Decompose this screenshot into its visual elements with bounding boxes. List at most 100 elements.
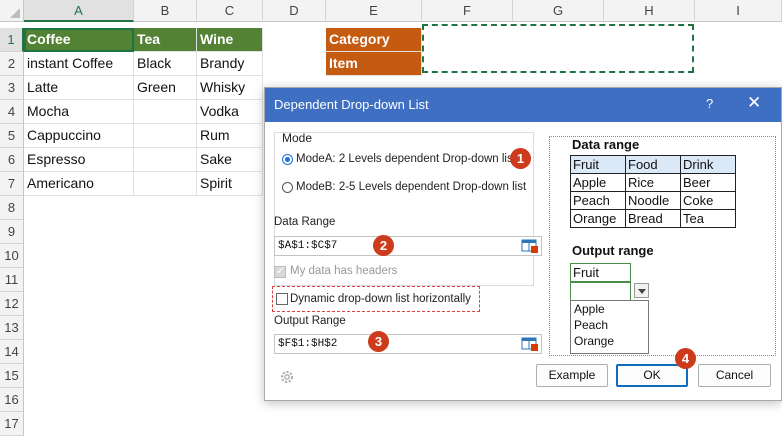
- row-header-3[interactable]: 3: [0, 76, 24, 100]
- preview-cell: Orange: [570, 209, 626, 228]
- horizontal-label[interactable]: Dynamic drop-down list horizontally: [290, 293, 471, 305]
- cell-b3[interactable]: Green: [134, 76, 197, 100]
- cancel-button[interactable]: Cancel: [698, 364, 771, 387]
- ok-button[interactable]: OK: [616, 364, 688, 387]
- row-header-1[interactable]: 1: [0, 28, 24, 52]
- preview-panel: Data range Fruit Food Drink Apple Rice B…: [549, 136, 776, 356]
- horizontal-checkbox[interactable]: [276, 293, 288, 305]
- cell-e1[interactable]: Category: [326, 28, 422, 52]
- output-range-preview-title: Output range: [572, 243, 654, 258]
- preview-cell: Coke: [680, 191, 736, 210]
- mode-label: Mode: [282, 131, 313, 145]
- column-header-h[interactable]: H: [604, 0, 695, 22]
- list-item: Orange: [574, 334, 615, 348]
- column-header-b[interactable]: B: [134, 0, 197, 22]
- step-2-badge: 2: [373, 235, 394, 256]
- cell-a3[interactable]: Latte: [24, 76, 134, 100]
- cell-a1[interactable]: Coffee: [24, 28, 134, 52]
- dialog-title: Dependent Drop-down List: [274, 97, 429, 112]
- preview-cell: Noodle: [625, 191, 681, 210]
- mode-a-radio[interactable]: [282, 154, 293, 165]
- preview-cell: Apple: [570, 173, 626, 192]
- step-1-badge: 1: [510, 148, 531, 169]
- cell-b6[interactable]: [134, 148, 197, 172]
- column-header-e[interactable]: E: [326, 0, 422, 22]
- row-header-4[interactable]: 4: [0, 100, 24, 124]
- column-header-c[interactable]: C: [197, 0, 263, 22]
- mode-a-label[interactable]: ModeA: 2 Levels dependent Drop-down list: [296, 153, 516, 165]
- cell-c4[interactable]: Vodka: [197, 100, 263, 124]
- cell-b1[interactable]: Tea: [134, 28, 197, 52]
- mode-b-radio[interactable]: [282, 182, 293, 193]
- cell-b2[interactable]: Black: [134, 52, 197, 76]
- preview-cell: Food: [625, 155, 681, 174]
- list-item: Peach: [574, 318, 609, 332]
- data-range-label: Data Range: [274, 216, 336, 228]
- data-range-preview-table: Fruit Food Drink Apple Rice Beer Peach N…: [570, 155, 736, 228]
- cell-c6[interactable]: Sake: [197, 148, 263, 172]
- headers-checkbox[interactable]: [274, 264, 286, 278]
- mode-b-label[interactable]: ModeB: 2-5 Levels dependent Drop-down li…: [296, 181, 526, 193]
- preview-cell: Peach: [570, 191, 626, 210]
- select-range-icon[interactable]: [521, 238, 539, 254]
- output-preview-value: Fruit: [570, 263, 631, 282]
- row-header-9[interactable]: 9: [0, 220, 24, 244]
- row-header-15[interactable]: 15: [0, 364, 24, 388]
- preview-cell: Beer: [680, 173, 736, 192]
- cell-b5[interactable]: [134, 124, 197, 148]
- cell-c1[interactable]: Wine: [197, 28, 263, 52]
- row-header-16[interactable]: 16: [0, 388, 24, 412]
- data-range-input[interactable]: $A$1:$C$7: [274, 236, 542, 256]
- select-all-corner[interactable]: [0, 0, 24, 22]
- cell-c7[interactable]: Spirit: [197, 172, 263, 196]
- row-header-8[interactable]: 8: [0, 196, 24, 220]
- row-header-14[interactable]: 14: [0, 340, 24, 364]
- cell-a7[interactable]: Americano: [24, 172, 134, 196]
- column-header-g[interactable]: G: [513, 0, 604, 22]
- cell-c3[interactable]: Whisky: [197, 76, 263, 100]
- column-header-f[interactable]: F: [422, 0, 513, 22]
- row-header-2[interactable]: 2: [0, 52, 24, 76]
- cell-e2[interactable]: Item: [326, 52, 422, 76]
- close-button[interactable]: ✕: [747, 93, 761, 113]
- step-3-badge: 3: [368, 331, 389, 352]
- row-header-11[interactable]: 11: [0, 268, 24, 292]
- headers-label: My data has headers: [290, 265, 398, 277]
- row-header-17[interactable]: 17: [0, 412, 24, 436]
- preview-cell: Bread: [625, 209, 681, 228]
- cell-a6[interactable]: Espresso: [24, 148, 134, 172]
- step-4-badge: 4: [675, 348, 696, 369]
- row-header-7[interactable]: 7: [0, 172, 24, 196]
- cell-b7[interactable]: [134, 172, 197, 196]
- column-header-d[interactable]: D: [263, 0, 326, 22]
- cell-b4[interactable]: [134, 100, 197, 124]
- cell-a2[interactable]: instant Coffee: [24, 52, 134, 76]
- column-header-a[interactable]: A: [24, 0, 134, 22]
- cell-a4[interactable]: Mocha: [24, 100, 134, 124]
- select-output-range-icon[interactable]: [521, 336, 539, 352]
- output-range-input[interactable]: $F$1:$H$2: [274, 334, 542, 354]
- dialog-titlebar[interactable]: Dependent Drop-down List ? ✕: [265, 88, 781, 122]
- row-header-13[interactable]: 13: [0, 316, 24, 340]
- output-preview-list: Apple Peach Orange: [570, 300, 649, 354]
- data-range-preview-title: Data range: [572, 137, 640, 152]
- row-header-10[interactable]: 10: [0, 244, 24, 268]
- preview-cell: Tea: [680, 209, 736, 228]
- list-item: Apple: [574, 302, 605, 316]
- row-header-6[interactable]: 6: [0, 148, 24, 172]
- row-header-12[interactable]: 12: [0, 292, 24, 316]
- example-button[interactable]: Example: [536, 364, 608, 387]
- preview-cell: Drink: [680, 155, 736, 174]
- help-button[interactable]: ?: [706, 96, 713, 111]
- cell-a5[interactable]: Cappuccino: [24, 124, 134, 148]
- output-range-marquee: [422, 24, 694, 73]
- output-range-label: Output Range: [274, 315, 346, 327]
- column-header-i[interactable]: I: [695, 0, 782, 22]
- preview-cell: Fruit: [570, 155, 626, 174]
- row-header-5[interactable]: 5: [0, 124, 24, 148]
- output-preview-dropdown: [570, 282, 631, 301]
- cell-c5[interactable]: Rum: [197, 124, 263, 148]
- chevron-down-icon: [634, 283, 649, 298]
- gear-icon[interactable]: [279, 369, 295, 385]
- cell-c2[interactable]: Brandy: [197, 52, 263, 76]
